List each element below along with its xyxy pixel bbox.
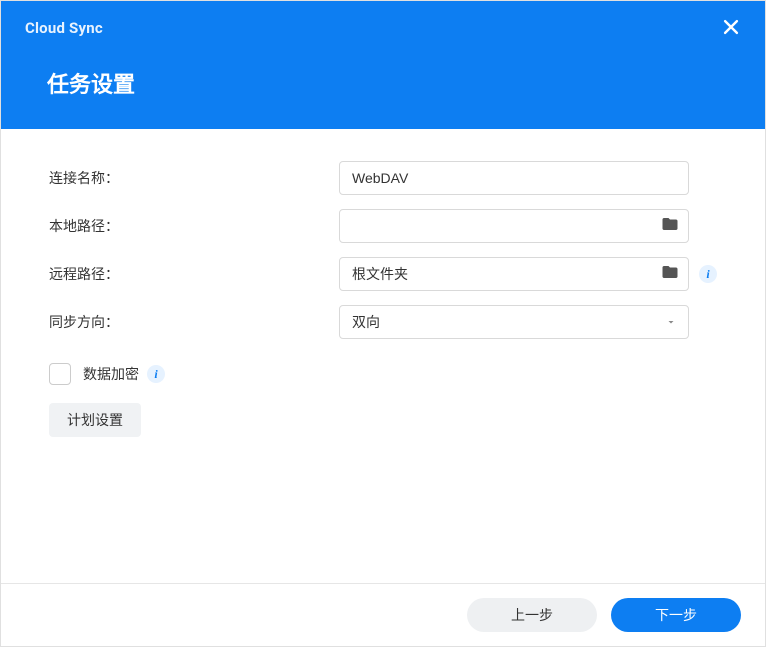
encrypt-info[interactable]: i bbox=[147, 365, 165, 383]
encrypt-checkbox[interactable] bbox=[49, 363, 71, 385]
label-connection-name: 连接名称： bbox=[49, 168, 339, 188]
row-sync-direction: 同步方向： 双向 bbox=[49, 305, 717, 339]
prev-button[interactable]: 上一步 bbox=[467, 598, 597, 632]
dialog-footer: 上一步 下一步 bbox=[1, 583, 765, 646]
folder-icon bbox=[661, 215, 679, 237]
local-path-input[interactable] bbox=[339, 209, 689, 243]
label-encrypt: 数据加密 bbox=[83, 364, 139, 384]
sync-direction-value: 双向 bbox=[352, 312, 380, 332]
row-data-encryption: 数据加密 i bbox=[49, 363, 717, 385]
sync-direction-select[interactable]: 双向 bbox=[339, 305, 689, 339]
row-connection-name: 连接名称： bbox=[49, 161, 717, 195]
label-sync-direction: 同步方向： bbox=[49, 312, 339, 332]
remote-path-input[interactable] bbox=[339, 257, 689, 291]
dialog-body: 连接名称： 本地路径： 远程路径： bbox=[1, 129, 765, 583]
browse-remote-folder-button[interactable] bbox=[661, 263, 679, 285]
remote-path-info[interactable]: i bbox=[699, 265, 717, 283]
row-local-path: 本地路径： bbox=[49, 209, 717, 243]
chevron-down-icon bbox=[665, 316, 677, 328]
info-icon: i bbox=[154, 367, 157, 382]
info-icon: i bbox=[706, 267, 709, 282]
close-button[interactable] bbox=[721, 19, 741, 39]
row-remote-path: 远程路径： i bbox=[49, 257, 717, 291]
next-button[interactable]: 下一步 bbox=[611, 598, 741, 632]
page-title: 任务设置 bbox=[47, 67, 741, 99]
browse-local-folder-button[interactable] bbox=[661, 215, 679, 237]
label-local-path: 本地路径： bbox=[49, 216, 339, 236]
schedule-settings-button[interactable]: 计划设置 bbox=[49, 403, 141, 437]
dialog-header: Cloud Sync 任务设置 bbox=[1, 1, 765, 129]
connection-name-input[interactable] bbox=[339, 161, 689, 195]
app-title: Cloud Sync bbox=[25, 19, 741, 37]
folder-icon bbox=[661, 263, 679, 285]
close-icon bbox=[723, 19, 739, 39]
label-remote-path: 远程路径： bbox=[49, 264, 339, 284]
